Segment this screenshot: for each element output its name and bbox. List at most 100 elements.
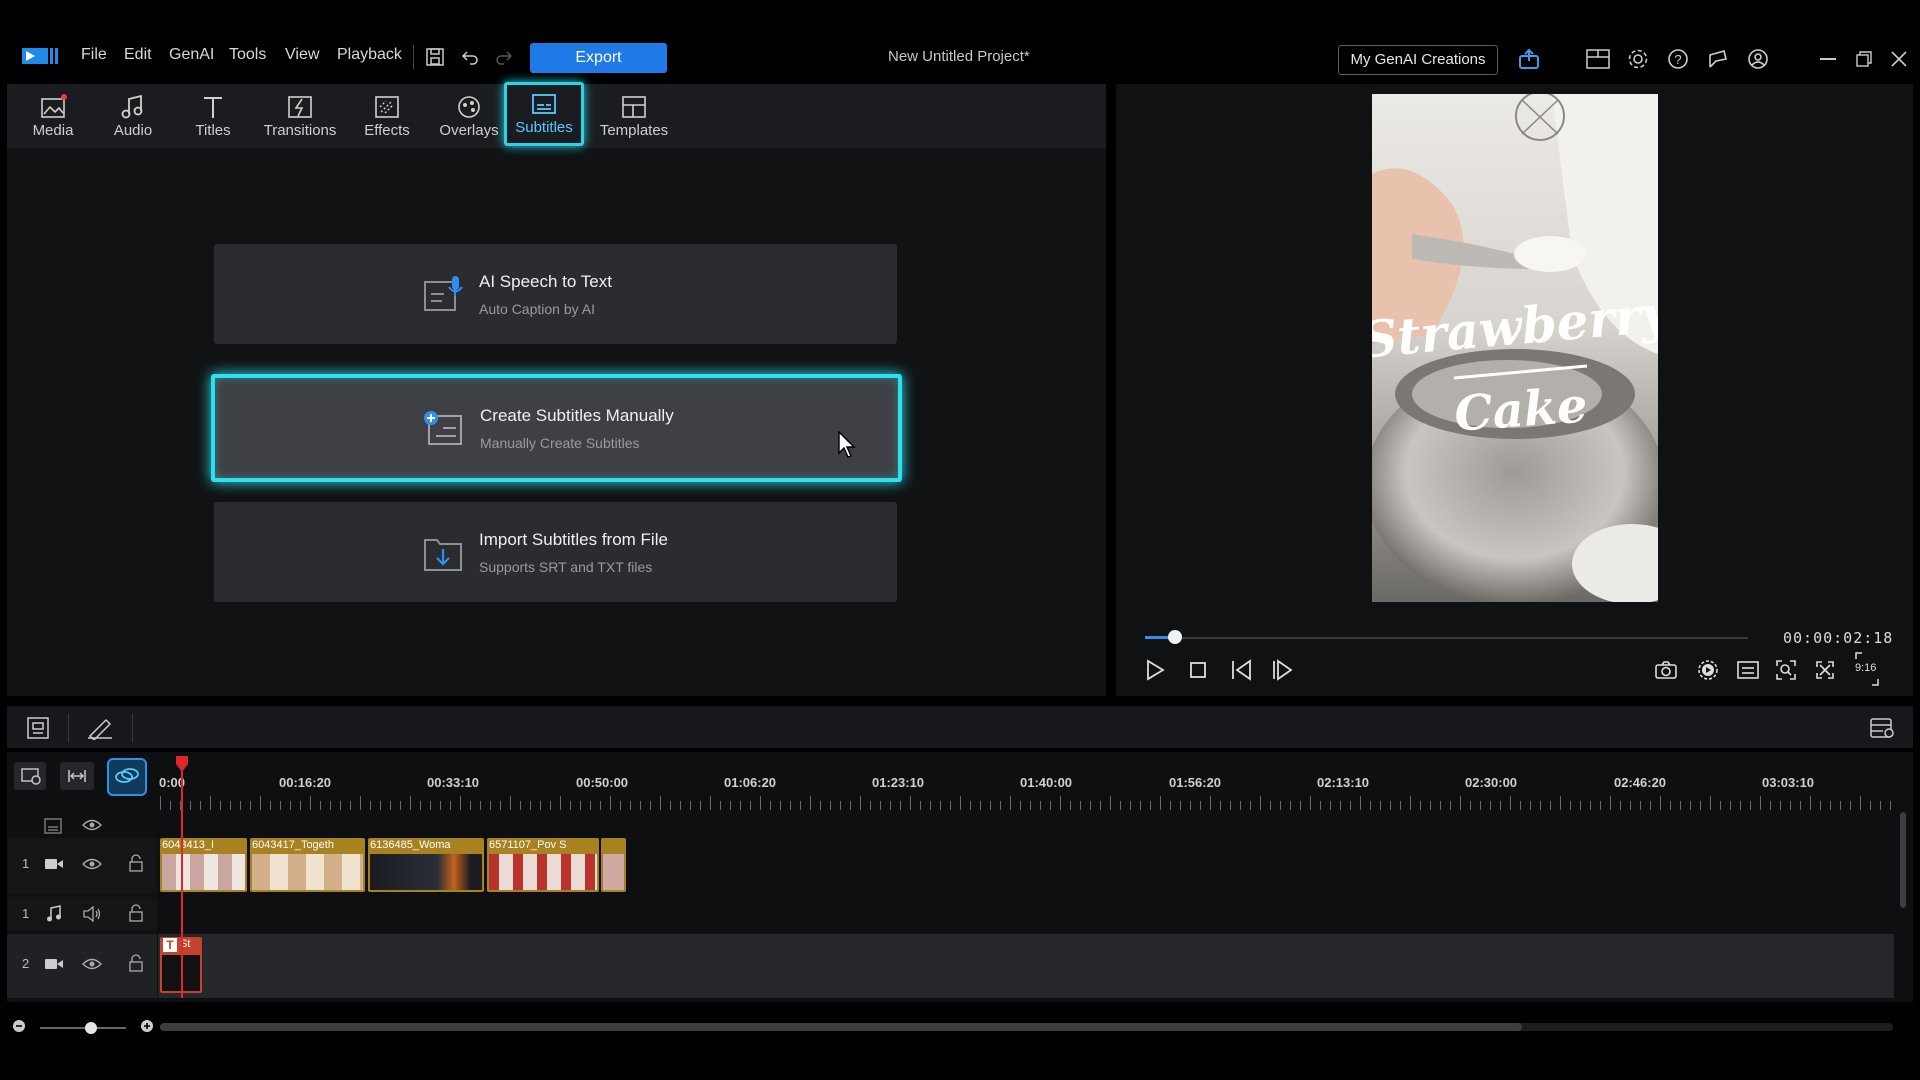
zoom-slider-handle[interactable] (85, 1022, 97, 1034)
preview-scrubber-track[interactable] (1145, 637, 1748, 639)
tab-media[interactable]: Media (15, 88, 91, 146)
ruler-time: 01:23:10 (872, 775, 925, 790)
tab-label: Transitions (263, 122, 337, 139)
settings-gear-icon[interactable] (1627, 48, 1649, 70)
aspect-ratio-button[interactable]: 9:16 (1852, 651, 1882, 687)
feedback-icon[interactable] (1706, 47, 1730, 71)
ai-speech-to-text-button[interactable]: AI Speech to Text Auto Caption by AI (214, 244, 897, 344)
clip-label: 6043417_Togeth (252, 839, 334, 851)
import-subtitles-from-file-button[interactable]: Import Subtitles from File Supports SRT … (214, 502, 897, 602)
timeline-vertical-scrollbar[interactable] (1900, 812, 1906, 908)
project-title: New Untitled Project* (888, 48, 1030, 65)
divider (68, 714, 69, 742)
playback-mode-icon[interactable] (1696, 658, 1720, 682)
tab-audio[interactable]: Audio (95, 88, 171, 146)
eye-icon[interactable] (82, 818, 102, 832)
zoom-slider-track[interactable] (40, 1027, 126, 1029)
option-subtitle: Supports SRT and TXT files (479, 559, 653, 575)
speaker-icon[interactable] (82, 906, 102, 922)
fullscreen-icon[interactable] (1814, 659, 1836, 681)
layout-icon[interactable] (1586, 49, 1610, 69)
tab-titles[interactable]: Titles (175, 88, 251, 146)
tab-label: Overlays (439, 122, 499, 139)
track-lane-audio-1[interactable] (158, 897, 1894, 931)
eye-icon[interactable] (82, 957, 102, 971)
add-track-icon[interactable] (14, 762, 46, 790)
tab-label: Audio (113, 122, 153, 139)
tab-overlays[interactable]: Overlays (429, 88, 509, 146)
menu-playback[interactable]: Playback (337, 46, 402, 64)
ruler-time: 02:13:10 (1317, 775, 1370, 790)
link-magnet-icon[interactable] (107, 758, 147, 796)
transition-icon (286, 94, 314, 120)
zoom-in-icon[interactable] (140, 1019, 154, 1033)
zoom-out-icon[interactable] (12, 1019, 26, 1033)
snapshot-camera-icon[interactable] (1654, 660, 1678, 680)
eye-icon[interactable] (82, 857, 102, 871)
restore-icon[interactable] (1856, 51, 1872, 67)
export-button[interactable]: Export (530, 43, 667, 73)
undo-icon[interactable] (460, 47, 480, 67)
menu-view[interactable]: View (285, 46, 319, 64)
subtitles-icon (530, 91, 558, 117)
menu-file[interactable]: File (81, 46, 107, 64)
create-subtitles-manually-button[interactable]: Create Subtitles Manually Manually Creat… (211, 374, 902, 482)
templates-icon (620, 94, 648, 120)
subtitle-toggle-icon[interactable] (1736, 660, 1760, 680)
menu-genai[interactable]: GenAI (169, 46, 214, 64)
play-icon[interactable] (1144, 659, 1166, 681)
timeline-fit-icon[interactable] (26, 716, 50, 740)
ruler-time: 01:56:20 (1169, 775, 1222, 790)
tab-label: Effects (364, 122, 410, 139)
video-clip[interactable]: 6043413_I (160, 838, 247, 892)
snap-icon[interactable] (60, 762, 94, 790)
ruler-ticks (160, 796, 1891, 810)
video-clip[interactable]: 6571107_Pov S (487, 838, 599, 892)
video-clip[interactable]: 6136485_Woma (368, 838, 484, 892)
minimize-icon[interactable] (1820, 58, 1836, 60)
ruler-time: 00:16:20 (279, 775, 332, 790)
clip-thumbnail (252, 854, 363, 890)
menu-edit[interactable]: Edit (124, 46, 152, 64)
video-camera-icon (44, 857, 64, 871)
tab-label: Titles (195, 122, 231, 139)
room-tabs: Media Audio Titles Transitions Effects O… (7, 82, 1106, 148)
timeline-horizontal-scrollbar[interactable] (160, 1023, 1893, 1031)
video-clip[interactable] (601, 838, 626, 892)
account-icon[interactable] (1747, 48, 1769, 70)
track-lane-video-2[interactable] (158, 934, 1894, 998)
playhead-line (181, 770, 183, 998)
clip-label: 6136485_Woma (370, 839, 451, 851)
import-file-icon (422, 532, 464, 574)
upload-share-icon[interactable] (1517, 47, 1541, 71)
close-icon[interactable] (1891, 51, 1907, 67)
timeline-settings-icon[interactable] (1869, 716, 1895, 740)
menu-tools[interactable]: Tools (229, 46, 266, 64)
redo-icon[interactable] (494, 47, 514, 67)
my-genai-creations-button[interactable]: My GenAI Creations (1338, 45, 1498, 75)
stop-icon[interactable] (1188, 660, 1208, 680)
lock-icon[interactable] (128, 954, 144, 972)
help-icon[interactable]: ? (1667, 48, 1689, 70)
ruler-time: 02:46:20 (1614, 775, 1667, 790)
effects-icon (373, 94, 401, 120)
edit-pen-icon[interactable] (86, 716, 114, 740)
next-frame-icon[interactable] (1271, 659, 1295, 681)
video-clip[interactable]: 6043417_Togeth (250, 838, 365, 892)
clip-thumbnail (370, 854, 482, 890)
tab-templates[interactable]: Templates (591, 88, 677, 146)
previous-frame-icon[interactable] (1230, 659, 1254, 681)
ruler-time: 03:03:10 (1762, 775, 1815, 790)
clip-thumbnail (603, 854, 624, 890)
overlay-title-line2: Cake (1453, 377, 1590, 442)
zoom-preview-icon[interactable] (1775, 659, 1797, 681)
save-icon[interactable] (425, 47, 445, 67)
library-panel: Media Audio Titles Transitions Effects O… (7, 82, 1106, 696)
tab-effects[interactable]: Effects (349, 88, 425, 146)
tab-transitions[interactable]: Transitions (255, 88, 345, 146)
lock-icon[interactable] (128, 854, 144, 872)
speech-to-text-icon (422, 274, 464, 316)
lock-icon[interactable] (128, 904, 144, 922)
tab-subtitles[interactable]: Subtitles (504, 82, 584, 146)
scrollbar-thumb[interactable] (160, 1023, 1522, 1031)
